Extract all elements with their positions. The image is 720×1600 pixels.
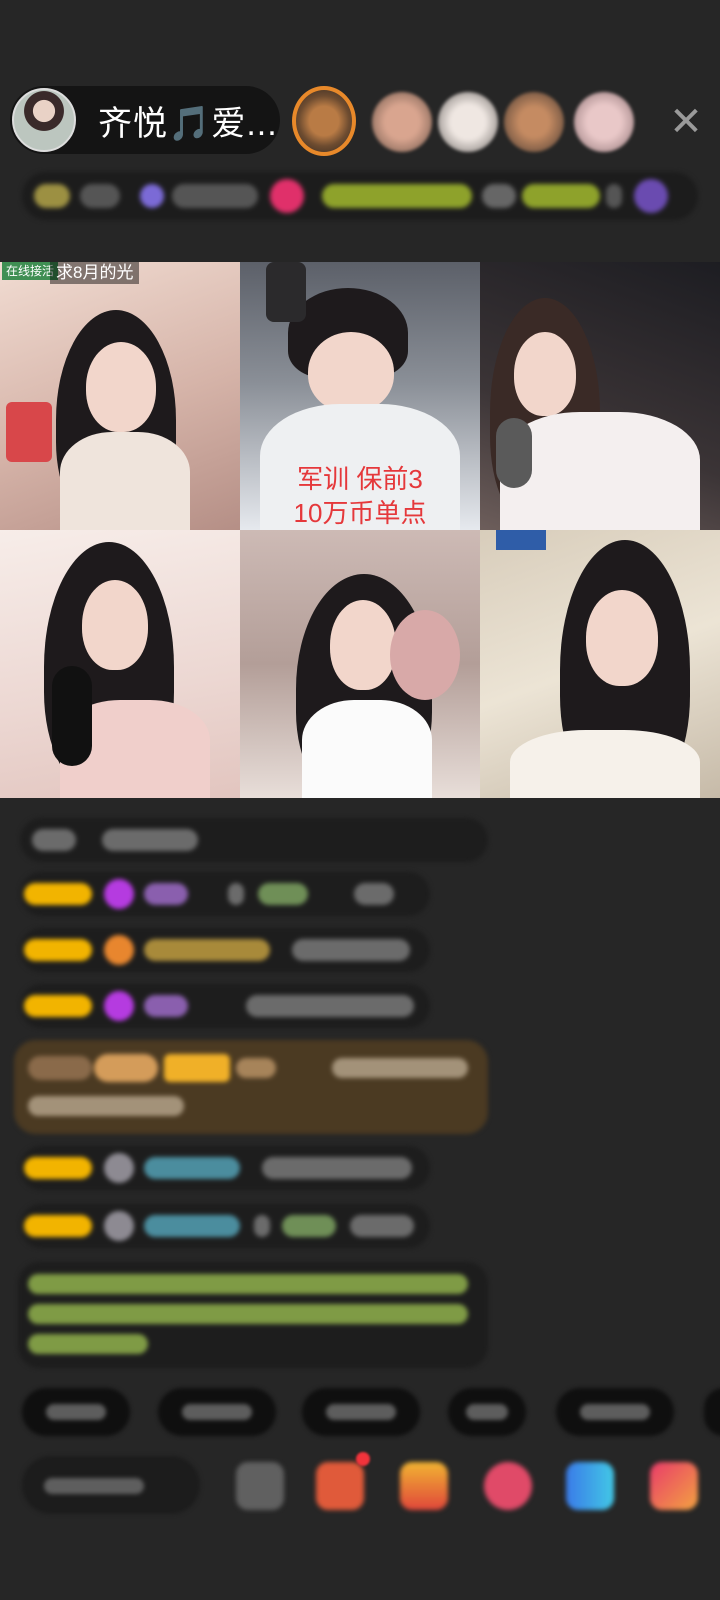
- quick-button-5[interactable]: [556, 1388, 674, 1436]
- video-cell-4[interactable]: [0, 530, 240, 798]
- quick-button-3[interactable]: [302, 1388, 420, 1436]
- host-avatar[interactable]: [12, 88, 76, 152]
- notification-dot: [356, 1452, 370, 1466]
- close-icon[interactable]: ✕: [664, 100, 708, 144]
- audience-avatar-3[interactable]: [438, 92, 498, 152]
- chat-message[interactable]: [20, 1204, 430, 1248]
- quick-button-6[interactable]: [704, 1388, 720, 1436]
- quick-button-2[interactable]: [158, 1388, 276, 1436]
- host-name: 齐悦🎵爱...: [98, 104, 278, 143]
- red-packet-icon[interactable]: [400, 1462, 448, 1510]
- video-cell-5[interactable]: [240, 530, 480, 798]
- chat-message[interactable]: [20, 928, 430, 972]
- chat-message[interactable]: [20, 818, 488, 862]
- chat-message[interactable]: [20, 872, 430, 916]
- host-info[interactable]: 齐悦🎵爱...: [10, 86, 280, 154]
- audience-avatar-4[interactable]: [504, 92, 564, 152]
- game-icon[interactable]: [566, 1462, 614, 1510]
- gift-box-icon[interactable]: [316, 1462, 364, 1510]
- audience-avatar-5[interactable]: [574, 92, 634, 152]
- overlay-announcement: 军训 保前3 10万币单点: [293, 464, 427, 528]
- video-cell-1[interactable]: [0, 262, 240, 530]
- video-cell-3[interactable]: [480, 262, 720, 530]
- chat-message[interactable]: [20, 1146, 430, 1190]
- mini-badge: [496, 530, 546, 550]
- stream-title: 求8月的光: [50, 262, 140, 284]
- chat-message[interactable]: [20, 984, 430, 1028]
- chat-message-highlight[interactable]: [14, 1040, 488, 1134]
- quick-button-1[interactable]: [22, 1388, 130, 1436]
- video-cell-6[interactable]: [480, 530, 720, 798]
- gift-icon[interactable]: [650, 1462, 698, 1510]
- audience-avatar-1[interactable]: [292, 86, 356, 156]
- audience-avatar-2[interactable]: [372, 92, 432, 152]
- system-notice: [18, 1262, 488, 1368]
- heart-icon[interactable]: [484, 1462, 532, 1510]
- quick-button-4[interactable]: [448, 1388, 526, 1436]
- more-icon[interactable]: [236, 1462, 284, 1510]
- comment-input[interactable]: [22, 1456, 200, 1514]
- room-info-bar[interactable]: [22, 172, 698, 220]
